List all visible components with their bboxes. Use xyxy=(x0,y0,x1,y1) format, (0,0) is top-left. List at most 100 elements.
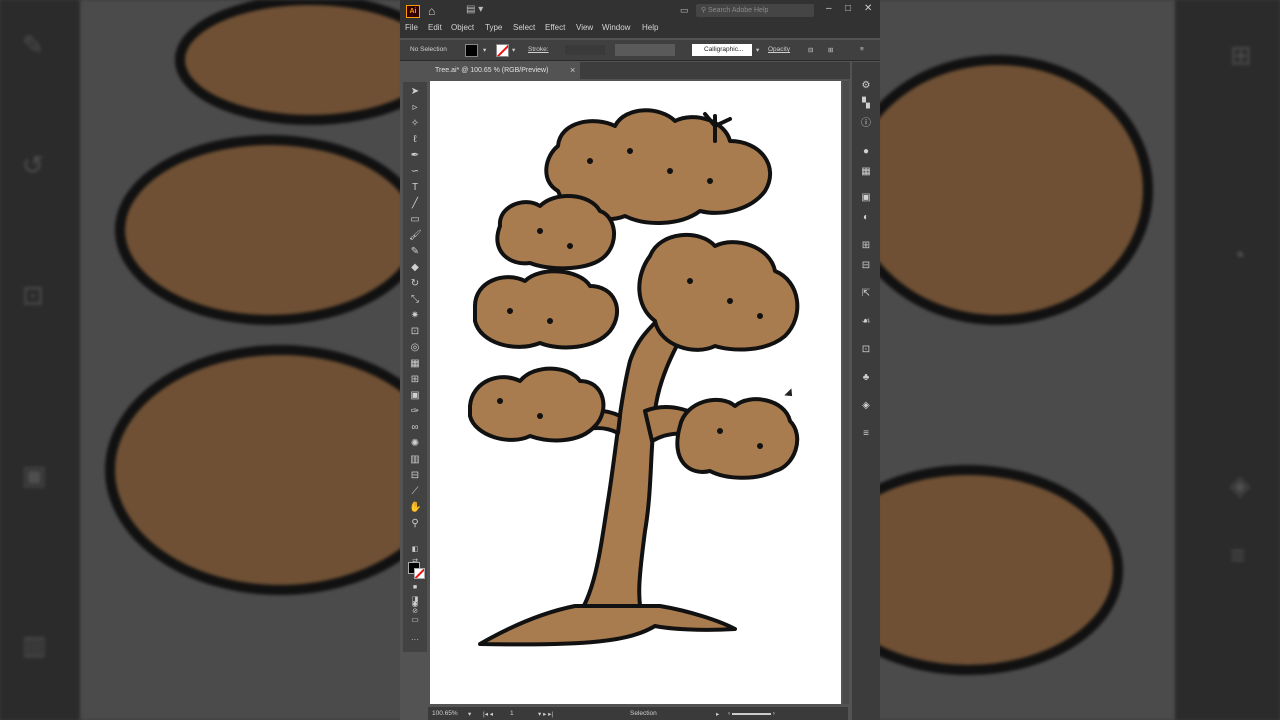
curvature-tool-icon[interactable]: ∽ xyxy=(409,166,421,178)
document-tab-bar: Tree.ai* @ 100.65 % (RGB/Preview) × xyxy=(430,62,850,79)
menu-file[interactable]: File xyxy=(405,23,418,32)
control-menu-icon[interactable]: ≡ xyxy=(860,46,864,53)
gradient-panel-icon[interactable]: ▣ xyxy=(860,192,872,204)
bg-tree-left-illustration xyxy=(105,0,455,595)
fill-swatch[interactable] xyxy=(465,44,478,57)
maximize-icon[interactable]: □ xyxy=(845,3,851,14)
horizontal-scrollbar[interactable]: ‹ ▬▬▬▬▬▬ › xyxy=(728,710,775,717)
status-menu-icon[interactable]: ▸ xyxy=(716,710,719,718)
search-placeholder: Search Adobe Help xyxy=(708,7,769,14)
pencil-tool-icon[interactable]: ✎ xyxy=(409,246,421,258)
libraries-panel-icon[interactable]: ▚ xyxy=(860,98,872,110)
align-panel-icon[interactable]: ⊞ xyxy=(860,240,872,252)
stroke-dropdown-icon[interactable]: ▾ xyxy=(512,46,515,54)
tab-close-icon[interactable]: × xyxy=(570,62,575,79)
brush-definition-field[interactable]: Calligraphic... xyxy=(692,44,752,56)
rectangle-tool-icon[interactable]: ▭ xyxy=(409,214,421,226)
type-tool-icon[interactable]: T xyxy=(409,182,421,194)
menu-help[interactable]: Help xyxy=(642,23,658,32)
properties-panel-icon[interactable]: ⚙ xyxy=(860,80,872,92)
color-mode-icon[interactable]: ■ ◨ ⊘ xyxy=(409,582,421,615)
symbols-panel-icon[interactable]: ⊡ xyxy=(860,344,872,356)
brush-value: Calligraphic... xyxy=(704,46,744,53)
scale-tool-icon[interactable]: ⤡ xyxy=(409,294,421,306)
free-transform-tool-icon[interactable]: ⊡ xyxy=(409,326,421,338)
selection-tool-icon[interactable]: ➤ xyxy=(409,86,421,98)
menu-window[interactable]: Window xyxy=(602,23,630,32)
line-tool-icon[interactable]: ╱ xyxy=(409,198,421,210)
artboard-nav-next-icon[interactable]: ▾ ▸ ▸| xyxy=(538,710,553,718)
edit-toolbar-icon[interactable]: ··· xyxy=(409,634,421,646)
default-colors-icon[interactable]: ◧ ⇄ xyxy=(409,544,421,565)
foliage-left-upper xyxy=(495,193,616,271)
zoom-dropdown-icon[interactable]: ▾ xyxy=(468,710,471,718)
stroke-swatch[interactable] xyxy=(496,44,509,57)
bg-palette-icon: ◔ xyxy=(1230,240,1246,270)
eyedropper-tool-icon[interactable]: ✑ xyxy=(409,406,421,418)
menu-edit[interactable]: Edit xyxy=(428,23,442,32)
variable-width-field[interactable] xyxy=(615,44,675,56)
menu-view[interactable]: View xyxy=(576,23,593,32)
info-panel-icon[interactable]: ⓘ xyxy=(860,118,872,130)
export-panel-icon[interactable]: ⇱ xyxy=(860,288,872,300)
fill-dropdown-icon[interactable]: ▾ xyxy=(483,46,486,54)
zoom-level[interactable]: 100.65% xyxy=(432,710,458,717)
artboard-nav-prev-icon[interactable]: |◂ ◂ xyxy=(483,710,493,718)
menu-type[interactable]: Type xyxy=(485,23,502,32)
symbol-sprayer-tool-icon[interactable]: ✺ xyxy=(409,438,421,450)
panel-toggle-icon[interactable]: ▭ xyxy=(680,5,689,16)
transform-icon[interactable]: ⊞ xyxy=(828,46,833,54)
lasso-tool-icon[interactable]: ℓ xyxy=(409,134,421,146)
hand-tool-icon[interactable]: ✋ xyxy=(409,502,421,514)
workspace-icon[interactable]: ▤ ▾ xyxy=(466,4,483,15)
column-graph-tool-icon[interactable]: ▥ xyxy=(409,454,421,466)
panel-menu-icon[interactable]: ≡ xyxy=(860,428,872,440)
layers-panel-icon[interactable]: ◈ xyxy=(860,400,872,412)
close-icon[interactable]: ✕ xyxy=(864,3,872,14)
bg-menu-icon: ≡ xyxy=(1230,540,1246,570)
zoom-tool-icon[interactable]: ⚲ xyxy=(409,518,421,530)
bg-tree-right-illustration xyxy=(813,55,1153,675)
toolbar-stroke-swatch[interactable] xyxy=(414,568,425,579)
appearance-panel-icon[interactable]: ◐ xyxy=(860,212,872,224)
bg-canvas-left xyxy=(80,0,455,720)
mesh-tool-icon[interactable]: ⊞ xyxy=(409,374,421,386)
perspective-grid-tool-icon[interactable]: ▦ xyxy=(409,358,421,370)
menu-effect[interactable]: Effect xyxy=(545,23,565,32)
shape-builder-tool-icon[interactable]: ◎ xyxy=(409,342,421,354)
eraser-tool-icon[interactable]: ◆ xyxy=(409,262,421,274)
minimize-icon[interactable]: – xyxy=(826,3,832,14)
brush-dropdown-icon[interactable]: ▾ xyxy=(756,46,759,54)
stroke-label[interactable]: Stroke: xyxy=(528,46,549,53)
menu-object[interactable]: Object xyxy=(451,23,474,32)
screen-mode-icon[interactable]: ▭ xyxy=(409,614,421,626)
artboard-tool-icon[interactable]: ⊟ xyxy=(409,470,421,482)
pen-tool-icon[interactable]: ✒ xyxy=(409,150,421,162)
stroke-weight-field[interactable] xyxy=(565,45,605,55)
search-input[interactable]: ⚲ Search Adobe Help xyxy=(696,4,814,17)
gradient-tool-icon[interactable]: ▣ xyxy=(409,390,421,402)
draw-mode-icon[interactable]: ◉ xyxy=(409,598,421,610)
blend-tool-icon[interactable]: ∞ xyxy=(409,422,421,434)
artboard-number[interactable]: 1 xyxy=(510,710,514,717)
magic-wand-tool-icon[interactable]: ✧ xyxy=(409,118,421,130)
swatches-panel-icon[interactable]: ▦ xyxy=(860,166,872,178)
align-icon[interactable]: ⊟ xyxy=(808,46,813,54)
home-icon[interactable]: ⌂ xyxy=(428,4,435,18)
document-tab[interactable]: Tree.ai* @ 100.65 % (RGB/Preview) × xyxy=(430,62,580,79)
rotate-tool-icon[interactable]: ↻ xyxy=(409,278,421,290)
status-bar: 100.65% ▾ |◂ ◂ 1 ▾ ▸ ▸| Selection ▸ ‹ ▬▬… xyxy=(428,707,848,720)
artboard[interactable] xyxy=(430,81,841,704)
pathfinder-panel-icon[interactable]: ⊟ xyxy=(860,260,872,272)
opacity-label[interactable]: Opacity xyxy=(768,46,790,53)
menu-select[interactable]: Select xyxy=(513,23,535,32)
tree-illustration[interactable] xyxy=(430,81,841,704)
puppet-warp-tool-icon[interactable]: ✷ xyxy=(409,310,421,322)
paintbrush-tool-icon[interactable]: 🖌 xyxy=(409,230,422,242)
vertical-scrollbar[interactable] xyxy=(843,81,849,704)
direct-selection-tool-icon[interactable]: ▹ xyxy=(409,102,421,114)
slice-tool-icon[interactable]: ⟋ xyxy=(409,486,421,498)
brushes-panel-icon[interactable]: ☙ xyxy=(860,316,872,328)
color-panel-icon[interactable]: ● xyxy=(860,146,872,158)
puppet-panel-icon[interactable]: ♣ xyxy=(860,372,872,384)
